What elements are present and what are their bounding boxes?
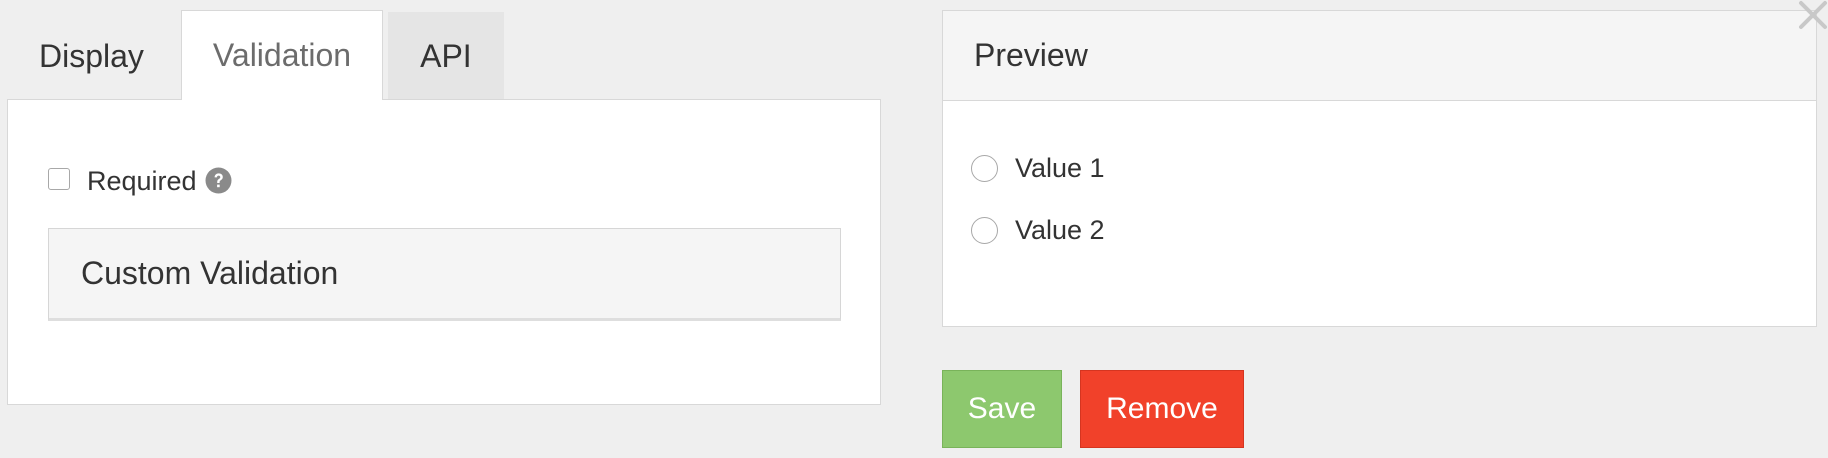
radio-option-value-2[interactable]: Value 2 — [971, 215, 1105, 245]
radio-group: Value 1 Value 2 — [971, 153, 1105, 277]
remove-button[interactable]: Remove — [1080, 370, 1244, 448]
radio-label: Value 1 — [1015, 152, 1105, 183]
preview-title: Preview — [943, 11, 1816, 101]
tab-validation[interactable]: Validation — [180, 10, 384, 100]
preview-panel: Preview Value 1 Value 2 — [942, 10, 1817, 327]
radio-button[interactable] — [971, 154, 998, 182]
required-row: Required — [48, 166, 232, 197]
tab-display[interactable]: Display — [7, 12, 176, 100]
required-label: Required — [87, 166, 197, 196]
validation-panel: Required Custom Validation — [7, 99, 881, 405]
required-checkbox[interactable] — [48, 167, 70, 190]
tab-api[interactable]: API — [388, 12, 504, 100]
save-button[interactable]: Save — [942, 370, 1062, 448]
radio-button[interactable] — [971, 216, 998, 244]
custom-validation-panel-header[interactable]: Custom Validation — [48, 228, 841, 321]
close-icon[interactable] — [1798, 0, 1828, 30]
tab-bar: Display Validation API — [7, 10, 509, 100]
radio-option-value-1[interactable]: Value 1 — [971, 153, 1105, 183]
question-circle-icon[interactable] — [205, 167, 232, 194]
radio-label: Value 2 — [1015, 214, 1105, 245]
